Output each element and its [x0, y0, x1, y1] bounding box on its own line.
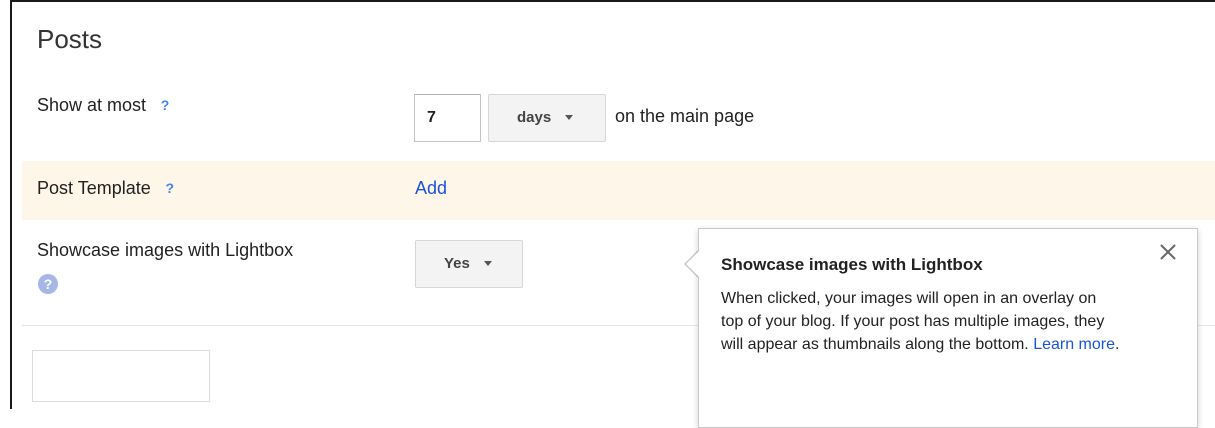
main-page-suffix: on the main page — [615, 106, 755, 126]
posts-unit-dropdown[interactable]: days — [488, 94, 606, 142]
post-template-label: Post Template — [37, 178, 151, 198]
tooltip-body-end: . — [1115, 336, 1120, 353]
frame-left-border — [10, 0, 12, 409]
tooltip-arrow-inner — [686, 251, 699, 277]
post-template-row-label: Post Template? — [37, 178, 179, 199]
help-icon[interactable]: ? — [161, 179, 179, 197]
close-icon[interactable] — [1157, 241, 1179, 263]
section-title: Posts — [37, 24, 103, 54]
caret-down-icon — [565, 115, 574, 120]
lightbox-label: Showcase images with Lightbox — [37, 240, 294, 260]
posts-unit-value: days — [517, 109, 552, 126]
lightbox-value: Yes — [444, 255, 470, 272]
frame-top-border — [10, 0, 1215, 2]
learn-more-link[interactable]: Learn more — [1033, 336, 1115, 353]
tooltip-title: Showcase images with Lightbox — [721, 255, 983, 274]
caret-down-icon — [483, 261, 492, 266]
help-icon[interactable]: ? — [38, 274, 58, 294]
show-at-most-row-label: Show at most? — [37, 95, 174, 116]
tooltip-body: When clicked, your images will open in a… — [721, 287, 1121, 356]
lightbox-dropdown[interactable]: Yes — [415, 240, 523, 288]
help-icon[interactable]: ? — [156, 96, 174, 114]
close-icon-svg — [1160, 244, 1176, 260]
lightbox-tooltip: Showcase images with Lightbox When click… — [698, 228, 1198, 428]
blank-field-box[interactable] — [32, 350, 210, 402]
posts-count-input[interactable] — [414, 94, 481, 142]
post-template-add-link[interactable]: Add — [415, 178, 447, 199]
post-template-row — [22, 161, 1215, 220]
show-at-most-label: Show at most — [37, 95, 147, 115]
